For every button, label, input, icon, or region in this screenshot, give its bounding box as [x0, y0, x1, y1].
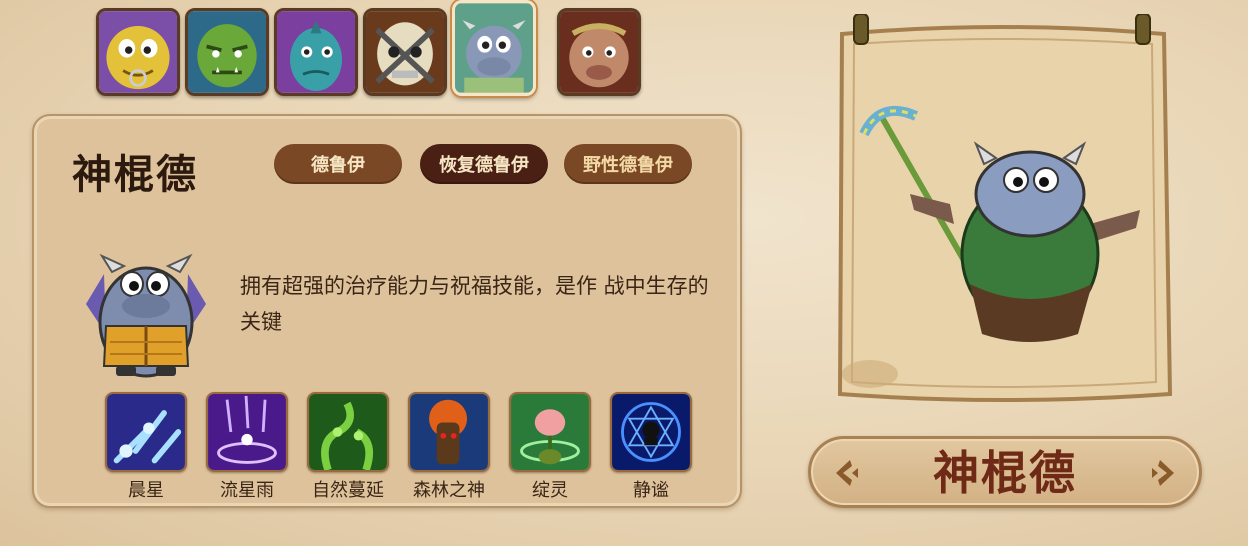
meteor-shower-skill-icon — [206, 392, 288, 472]
nature-vines-skill-icon — [307, 392, 389, 472]
prev-hero-button[interactable] — [825, 453, 865, 493]
hero-showcase-scroll — [830, 14, 1176, 414]
skill-nature-vines[interactable]: 自然蔓延 — [306, 392, 390, 502]
fish-warrior-hero-icon — [277, 11, 355, 93]
hero-thumb-brown-bull[interactable] — [557, 8, 641, 96]
class-tag-feral-druid: 野性德鲁伊 — [564, 144, 692, 184]
skill-bloom-spirit[interactable]: 绽灵 — [508, 392, 592, 502]
next-hero-button[interactable] — [1145, 453, 1185, 493]
hero-name-bar: 神棍德 — [808, 436, 1202, 508]
hero-selector-strip — [96, 0, 656, 98]
skill-morning-star[interactable]: 晨星 — [104, 392, 188, 502]
hero-info-panel: 神棍德 德鲁伊 恢复德鲁伊 野性德鲁伊 拥有超强的治疗能力与祝福技能，是作 战中… — [32, 114, 742, 508]
skill-label: 绽灵 — [532, 480, 568, 501]
tranquility-skill-icon — [610, 392, 692, 472]
skill-meteor-shower[interactable]: 流星雨 — [205, 392, 289, 502]
skill-label: 自然蔓延 — [312, 480, 384, 501]
hero-thumb-bandaged-skull[interactable] — [363, 8, 447, 96]
chevron-right-icon — [1152, 460, 1174, 486]
bandaged-skull-hero-icon — [366, 11, 444, 93]
skill-label: 流星雨 — [220, 480, 274, 501]
class-tag-druid: 德鲁伊 — [274, 144, 402, 184]
brown-bull-hero-icon — [560, 11, 638, 93]
chevron-left-icon — [836, 460, 858, 486]
hero-description: 拥有超强的治疗能力与祝福技能，是作 战中生存的关键 — [240, 274, 709, 334]
skill-list: 晨星 流星雨 自然蔓延 森林之神 绽灵 静谧 — [104, 392, 714, 504]
skill-label: 静谧 — [633, 480, 669, 501]
hero-thumb-fish-warrior[interactable] — [274, 8, 358, 96]
morning-star-skill-icon — [105, 392, 187, 472]
hippo-druid-showcase-icon — [837, 14, 1173, 402]
hippo-druid-portrait-icon — [86, 253, 206, 378]
hero-thumb-yellow-ogre[interactable] — [96, 8, 180, 96]
skill-label: 森林之神 — [413, 480, 485, 501]
skill-forest-god[interactable]: 森林之神 — [407, 392, 491, 502]
bloom-spirit-skill-icon — [509, 392, 591, 472]
class-tag-restoration-druid: 恢复德鲁伊 — [420, 144, 548, 184]
hippo-druid-hero-icon — [455, 3, 533, 93]
skill-tranquility[interactable]: 静谧 — [609, 392, 693, 502]
hero-thumb-green-orc[interactable] — [185, 8, 269, 96]
yellow-ogre-hero-icon — [99, 11, 177, 93]
forest-god-skill-icon — [408, 392, 490, 472]
hero-name: 神棍德 — [72, 151, 198, 198]
hero-thumb-hippo-druid[interactable] — [452, 0, 536, 96]
green-orc-hero-icon — [188, 11, 266, 93]
hero-portrait — [76, 244, 216, 380]
showcase-hero-name: 神棍德 — [933, 446, 1077, 500]
skill-label: 晨星 — [128, 480, 164, 501]
